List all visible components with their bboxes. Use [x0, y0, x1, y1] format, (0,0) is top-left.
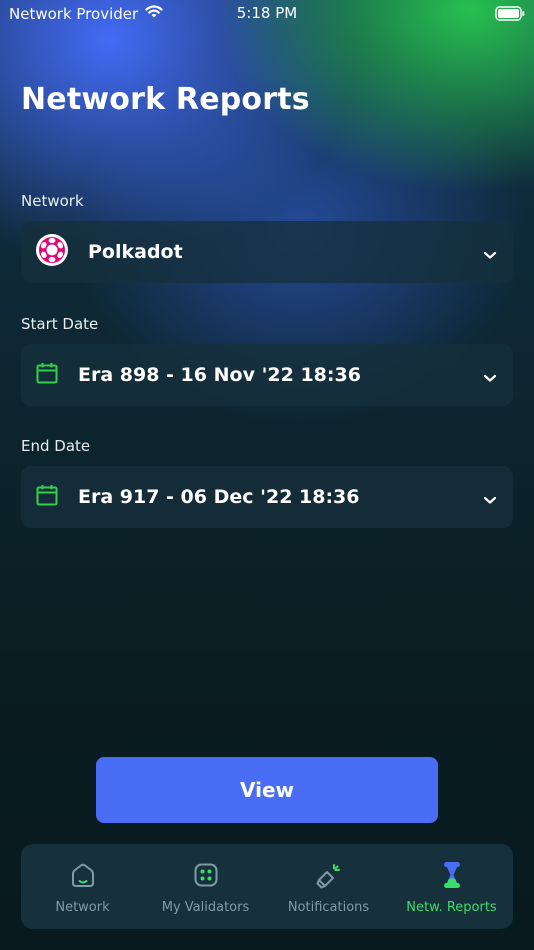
tab-notifications[interactable]: Notifications: [270, 844, 388, 929]
tab-network-reports[interactable]: Netw. Reports: [393, 844, 511, 929]
tab-network[interactable]: Network: [24, 844, 142, 929]
validators-icon: [192, 860, 220, 890]
tab-bar: Network My Validators Notifications Netw…: [21, 844, 513, 929]
page-title: Network Reports: [21, 82, 310, 117]
calendar-icon: [36, 484, 58, 510]
status-time: 5:18 PM: [236, 4, 298, 22]
calendar-icon: [36, 362, 58, 388]
hourglass-icon: [438, 860, 466, 890]
start-date-value: Era 898 - 16 Nov '22 18:36: [78, 364, 361, 386]
chevron-down-icon: [483, 245, 497, 264]
network-label: Network: [21, 192, 84, 210]
start-date-select[interactable]: Era 898 - 16 Nov '22 18:36: [21, 344, 513, 406]
battery-icon: [495, 6, 525, 25]
tab-label: My Validators: [161, 900, 250, 915]
network-select[interactable]: Polkadot: [21, 221, 513, 283]
megaphone-icon: [314, 860, 344, 890]
chevron-down-icon: [483, 490, 497, 509]
polkadot-logo-icon: [36, 234, 68, 270]
network-value: Polkadot: [88, 241, 183, 263]
view-button[interactable]: View: [96, 757, 438, 823]
tab-label: Netw. Reports: [406, 900, 497, 915]
start-date-label: Start Date: [21, 315, 99, 333]
tab-my-validators[interactable]: My Validators: [147, 844, 265, 929]
tab-label: Network: [55, 900, 110, 915]
home-icon: [69, 860, 97, 890]
tab-label: Notifications: [287, 900, 370, 915]
status-bar: Network Provider 5:18 PM: [0, 0, 534, 28]
chevron-down-icon: [483, 368, 497, 387]
end-date-value: Era 917 - 06 Dec '22 18:36: [78, 486, 360, 508]
end-date-select[interactable]: Era 917 - 06 Dec '22 18:36: [21, 466, 513, 528]
end-date-label: End Date: [21, 437, 91, 455]
